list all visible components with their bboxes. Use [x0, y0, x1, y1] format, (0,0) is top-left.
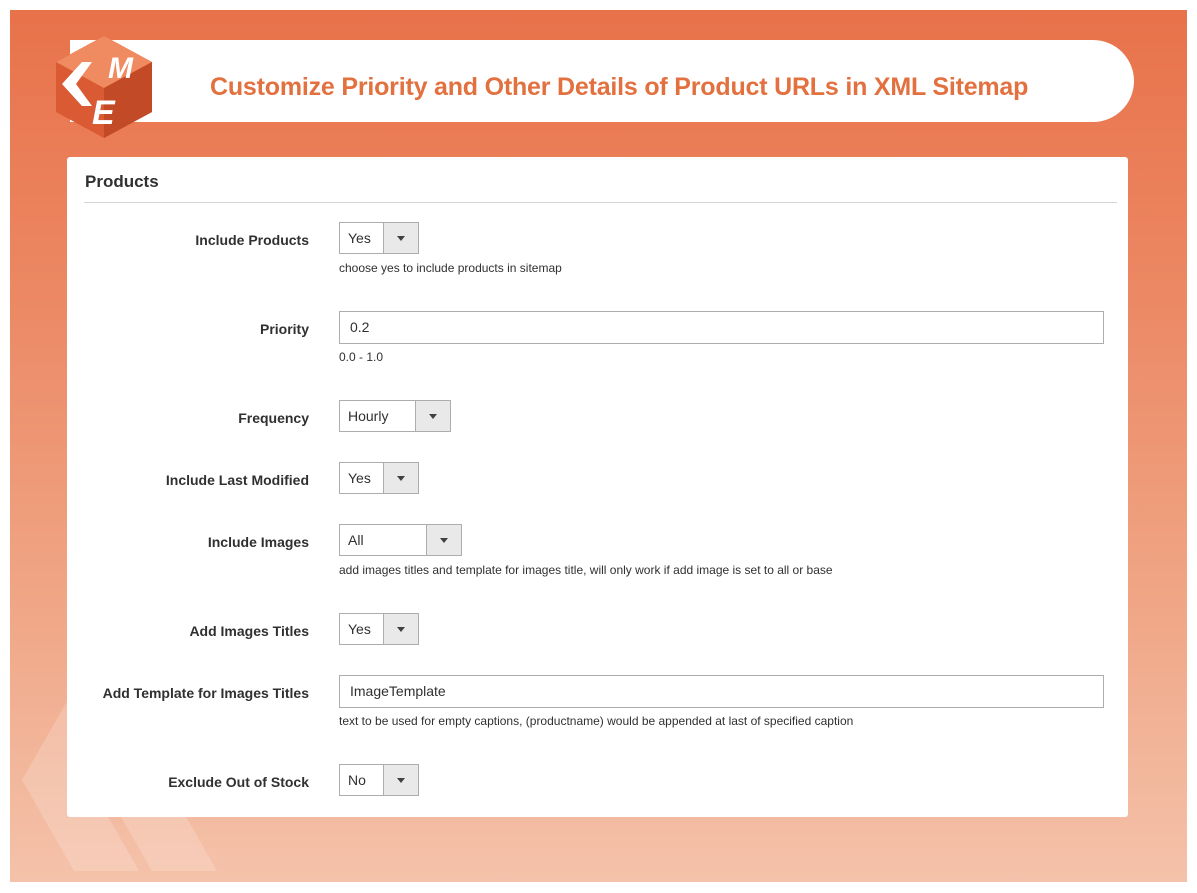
- select-value: Yes: [348, 621, 371, 637]
- field-note: text to be used for empty captions, (pro…: [339, 714, 854, 728]
- select-value: All: [348, 532, 364, 548]
- add-images-titles-select[interactable]: Yes: [339, 613, 419, 645]
- frequency-select[interactable]: Hourly: [339, 400, 451, 432]
- field-label: Include Images: [207, 534, 309, 550]
- field-note: add images titles and template for image…: [339, 563, 833, 577]
- select-value: Hourly: [348, 408, 389, 424]
- dropdown-button[interactable]: [383, 223, 418, 253]
- priority-input[interactable]: 0.2: [339, 311, 1104, 344]
- image-title-template-input[interactable]: ImageTemplate: [339, 675, 1104, 708]
- chevron-down-icon: [397, 235, 405, 241]
- field-label: Include Last Modified: [165, 472, 309, 488]
- chevron-down-icon: [397, 777, 405, 783]
- field-label: Frequency: [238, 410, 309, 426]
- exclude-out-of-stock-select[interactable]: No: [339, 764, 419, 796]
- field-note: 0.0 - 1.0: [339, 350, 384, 364]
- svg-text:M: M: [108, 52, 134, 85]
- dropdown-button[interactable]: [383, 765, 418, 795]
- chevron-down-icon: [397, 475, 405, 481]
- dropdown-button[interactable]: [383, 463, 418, 493]
- field-note: choose yes to include products in sitema…: [339, 261, 562, 275]
- dropdown-button[interactable]: [383, 614, 418, 644]
- field-label: Priority: [259, 321, 309, 337]
- include-last-modified-select[interactable]: Yes: [339, 462, 419, 494]
- field-label: Exclude Out of Stock: [168, 774, 309, 790]
- include-images-select[interactable]: All: [339, 524, 462, 556]
- products-panel: Products Include Products Yes choose yes…: [67, 157, 1128, 817]
- dropdown-button[interactable]: [426, 525, 461, 555]
- chevron-down-icon: [397, 626, 405, 632]
- field-label: Include Products: [195, 232, 309, 248]
- section-title: Products: [85, 172, 159, 191]
- section-divider: [84, 202, 1117, 203]
- select-value: Yes: [348, 470, 371, 486]
- fme-logo: M E: [56, 36, 152, 138]
- field-label: Add Template for Images Titles: [102, 685, 309, 701]
- chevron-down-icon: [429, 413, 437, 419]
- banner-title: Customize Priority and Other Details of …: [210, 73, 1029, 101]
- select-value: No: [348, 772, 366, 788]
- svg-text:E: E: [92, 94, 116, 132]
- field-label: Add Images Titles: [189, 623, 309, 639]
- select-value: Yes: [348, 230, 371, 246]
- include-products-select[interactable]: Yes: [339, 222, 419, 254]
- dropdown-button[interactable]: [415, 401, 450, 431]
- chevron-down-icon: [440, 537, 448, 543]
